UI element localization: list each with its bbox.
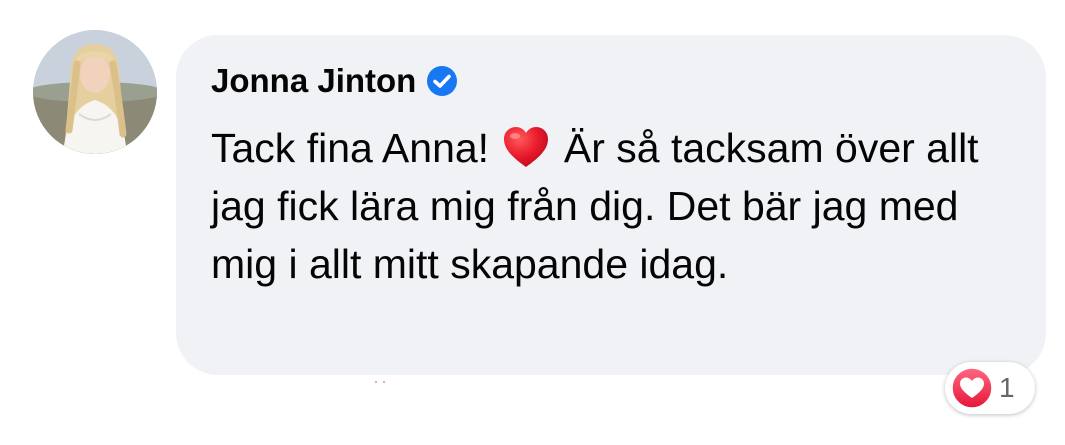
heart-emoji-icon: [502, 125, 550, 169]
reaction-summary[interactable]: 1: [945, 362, 1035, 414]
verified-badge-icon: [426, 65, 458, 97]
love-reaction-icon: [951, 367, 993, 409]
decorative-dot: [374, 380, 386, 384]
comment-text-part1: Tack fina Anna!: [211, 125, 490, 171]
comment-author-row: Jonna Jinton: [211, 61, 458, 101]
comment-bubble[interactable]: Jonna Jinton Tack fina Anna! Är så tacks…: [176, 35, 1046, 375]
reaction-count: 1: [999, 372, 1015, 403]
comment-text: Tack fina Anna! Är så tacksam över allt …: [211, 119, 1021, 293]
avatar[interactable]: [33, 30, 157, 154]
comment-author-name[interactable]: Jonna Jinton: [211, 61, 416, 101]
avatar-photo: [33, 30, 157, 154]
